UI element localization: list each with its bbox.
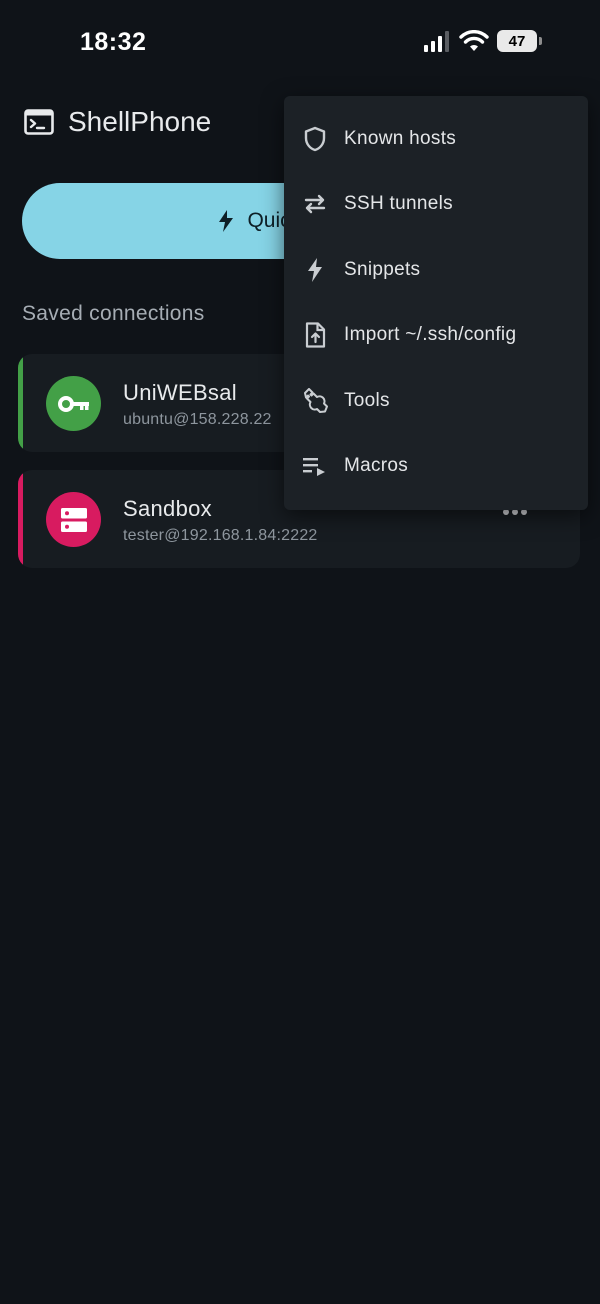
- menu-item-known-hosts[interactable]: Known hosts: [284, 106, 588, 172]
- avatar: [46, 492, 101, 547]
- screen: 18:32 47 ShellPhone Quick connect Saved …: [0, 0, 600, 1304]
- app-bar: ShellPhone: [24, 106, 211, 138]
- menu-item-label: Macros: [344, 455, 409, 477]
- status-icons: 47: [424, 30, 542, 52]
- swap-arrows-icon: [302, 191, 328, 217]
- app-title: ShellPhone: [68, 106, 212, 137]
- wifi-icon: [459, 30, 489, 51]
- card-accent: [18, 470, 23, 568]
- avatar: [46, 376, 101, 431]
- status-time: 18:32: [80, 28, 147, 56]
- connection-address: tester@192.168.1.84:2222: [123, 527, 318, 544]
- wrench-icon: [302, 387, 328, 414]
- menu-item-label: SSH tunnels: [344, 193, 453, 215]
- connection-address: ubuntu@158.228.22: [123, 411, 272, 428]
- card-accent: [18, 354, 23, 452]
- terminal-icon: [24, 109, 54, 135]
- menu-item-label: Import ~/.ssh/config: [344, 324, 517, 346]
- key-icon: [57, 395, 89, 412]
- shield-icon: [302, 126, 328, 152]
- connection-name: UniWEBsal: [123, 380, 237, 405]
- connection-name: Sandbox: [123, 496, 212, 521]
- menu-item-macros[interactable]: Macros: [284, 434, 588, 500]
- file-upload-icon: [302, 322, 328, 348]
- bolt-icon: [302, 257, 328, 283]
- server-icon: [60, 507, 87, 532]
- bolt-icon: [219, 210, 234, 232]
- menu-item-import-ssh-config[interactable]: Import ~/.ssh/config: [284, 303, 588, 369]
- menu-item-ssh-tunnels[interactable]: SSH tunnels: [284, 172, 588, 238]
- saved-connections-title: Saved connections: [22, 302, 205, 325]
- overflow-menu: Known hosts SSH tunnels Snippets Import …: [284, 96, 588, 510]
- menu-item-label: Tools: [344, 389, 390, 411]
- menu-item-tools[interactable]: Tools: [284, 368, 588, 434]
- cellular-signal-icon: [424, 30, 449, 52]
- battery-indicator: 47: [497, 30, 542, 52]
- menu-item-label: Snippets: [344, 258, 421, 280]
- menu-item-label: Known hosts: [344, 127, 457, 149]
- menu-item-snippets[interactable]: Snippets: [284, 237, 588, 303]
- playlist-play-icon: [302, 453, 328, 479]
